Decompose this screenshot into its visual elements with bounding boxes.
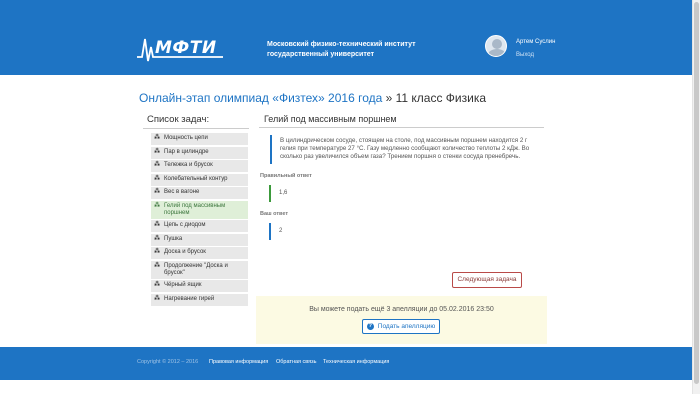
task-title: Гелий под массивным поршнем (259, 112, 544, 128)
task-item[interactable]: ⁂ Нагревание гирей (151, 293, 248, 306)
task-icon: ⁂ (154, 282, 161, 288)
task-list: ⁂ Мощность цепи ⁂ Пар в цилиндре ⁂ Тележка и … (151, 133, 248, 306)
avatar-head (492, 39, 502, 49)
task-item[interactable]: ⁂ Колебательный контур (151, 173, 248, 186)
your-answer-label: Ваш ответ (260, 210, 289, 217)
task-item[interactable]: ⁂ Пушка (151, 233, 248, 246)
task-item[interactable]: ⁂ Цепь с диодом (151, 220, 248, 232)
avatar[interactable] (485, 35, 507, 57)
scrollbar-thumb[interactable] (694, 2, 699, 384)
task-label: Чёрный ящик (164, 282, 202, 288)
site-header: МФТИ Московский физико-технический инсти… (0, 0, 692, 75)
task-icon: ⁂ (154, 235, 161, 242)
task-icon: ⁂ (154, 162, 161, 168)
task-icon: ⁂ (154, 175, 161, 182)
task-label: Пушка (164, 235, 183, 242)
vertical-scrollbar[interactable] (692, 0, 700, 394)
olympiad-link[interactable]: Онлайн-этап олимпиад «Физтех» 2016 года (139, 91, 382, 105)
page-bottom (0, 380, 692, 394)
appeal-button-label: Подать апелляцию (377, 323, 436, 330)
task-icon: ⁂ (154, 189, 161, 195)
task-icon: ⁂ (154, 295, 161, 302)
task-label: Цепь с диодом (164, 222, 206, 228)
task-label: Нагревание гирей (164, 295, 215, 302)
task-label: Вес в вагоне (164, 189, 200, 195)
correct-answer-label: Правильный ответ (260, 172, 312, 179)
task-item[interactable]: ⁂ Вес в вагоне (151, 187, 248, 199)
page-title: Онлайн-этап олимпиад «Физтех» 2016 года … (139, 91, 486, 105)
task-item[interactable]: ⁂ Мощность цепи (151, 133, 248, 145)
task-label: Доска и брусок (164, 249, 206, 255)
task-label: Тележка и брусок (164, 162, 213, 168)
task-item[interactable]: ⁂ Пар в цилиндре (151, 146, 248, 159)
avatar-body (488, 49, 506, 56)
task-icon: ⁂ (154, 148, 161, 155)
task-icon: ⁂ (154, 249, 161, 255)
mipt-logo[interactable]: МФТИ (137, 35, 223, 65)
task-label: Продолжение "Доска и брусок" (164, 262, 228, 276)
problem-statement: В цилиндрическом сосуде, стоящем на стол… (270, 135, 530, 164)
task-icon: ⁂ (154, 222, 161, 228)
task-item[interactable]: ⁂ Доска и брусок (151, 247, 248, 259)
task-icon: ⁂ (154, 135, 161, 141)
site-footer: Copyright © 2012 – 2016 Правовая информа… (0, 347, 692, 380)
task-item[interactable]: ⁂ Гелий под массивным поршнем (151, 200, 248, 219)
footer-link-legal[interactable]: Правовая информация (209, 359, 268, 365)
task-panel: Гелий под массивным поршнем В цилиндриче… (259, 112, 544, 288)
question-icon: ? (366, 323, 374, 330)
correct-answer-value: 1,6 (269, 184, 544, 202)
institution-name: Московский физико-технический институт г… (267, 41, 416, 58)
submit-appeal-button[interactable]: ? Подать апелляцию (362, 319, 440, 334)
next-task-button[interactable]: Следующая задача (452, 272, 522, 288)
task-item[interactable]: ⁂ Продолжение "Доска и брусок" (151, 260, 248, 279)
appeal-box: Вы можете подать ещё 3 апелляции до 05.0… (256, 296, 547, 344)
task-icon: ⁂ (154, 262, 161, 269)
task-label: Мощность цепи (164, 135, 208, 141)
title-suffix: » 11 класс Физика (382, 91, 487, 105)
footer-link-feedback[interactable]: Обратная связь (276, 359, 317, 365)
task-label: Колебательный контур (164, 175, 228, 182)
task-icon: ⁂ (154, 202, 161, 209)
task-item[interactable]: ⁂ Чёрный ящик (151, 280, 248, 292)
sidebar-heading: Список задач: (143, 110, 249, 129)
your-answer-value: 2 (269, 222, 544, 240)
appeal-text: Вы можете подать ещё 3 апелляции до 05.0… (309, 306, 494, 313)
user-name[interactable]: Артем Суслин (516, 39, 555, 45)
task-item[interactable]: ⁂ Тележка и брусок (151, 160, 248, 172)
task-label: Пар в цилиндре (164, 148, 209, 155)
task-sidebar: Список задач: ⁂ Мощность цепи ⁂ Пар в цилин… (143, 110, 249, 307)
logout-link[interactable]: Выход (516, 52, 534, 58)
logo-text: МФТИ (155, 38, 217, 58)
task-label: Гелий под массивным поршнем (164, 202, 226, 216)
copyright: Copyright © 2012 – 2016 (137, 359, 199, 365)
footer-link-tech[interactable]: Техническая информация (323, 359, 389, 365)
